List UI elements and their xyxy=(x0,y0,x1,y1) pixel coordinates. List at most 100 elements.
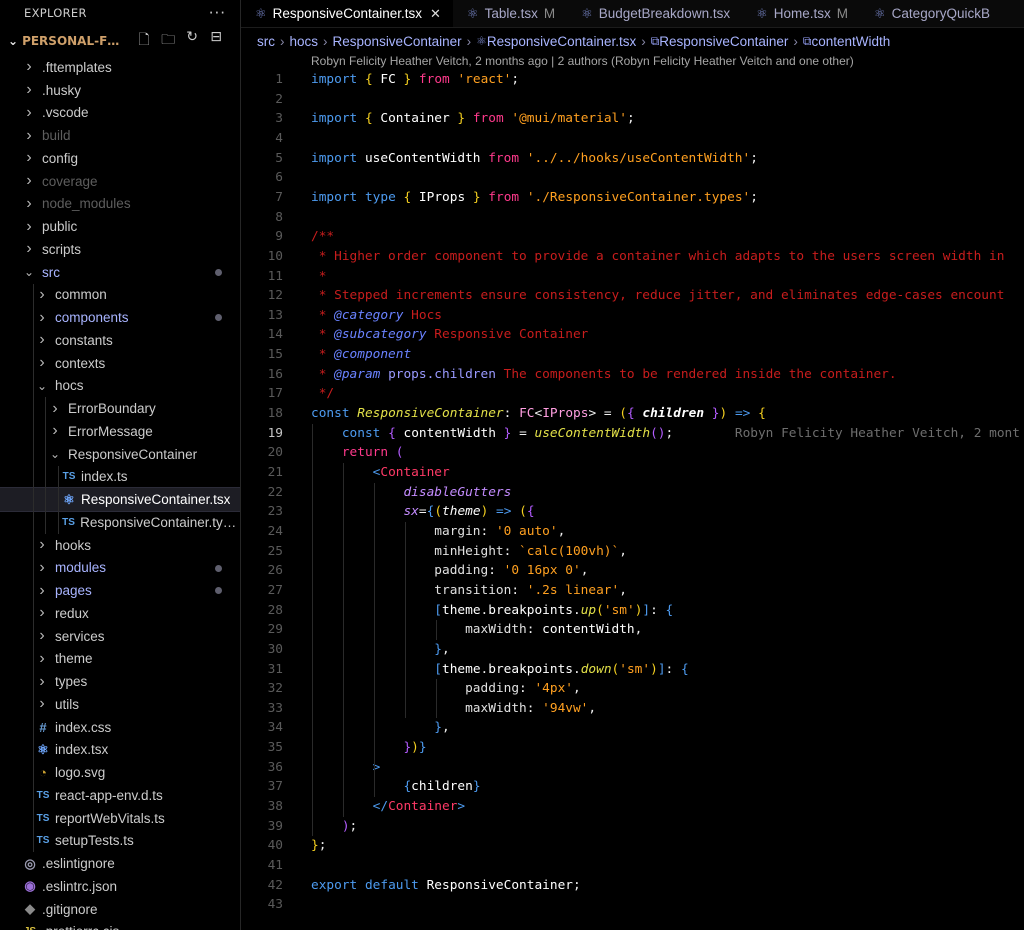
tree-folder[interactable]: › contexts xyxy=(0,352,240,375)
tree-folder[interactable]: › modules xyxy=(0,557,240,580)
tree-item-label: src xyxy=(42,264,60,280)
breadcrumb-item[interactable]: ResponsiveContainer xyxy=(659,34,788,49)
tree-folder[interactable]: ⌄ src xyxy=(0,261,240,284)
tree-folder[interactable]: › public xyxy=(0,215,240,238)
tree-file[interactable]: TS ResponsiveContainer.type... xyxy=(0,511,240,534)
tree-folder[interactable]: › ErrorBoundary xyxy=(0,397,240,420)
chevron-right-icon: › xyxy=(39,581,45,599)
tree-folder[interactable]: › hooks xyxy=(0,534,240,557)
tree-file[interactable]: ◎ .eslintignore xyxy=(0,852,240,875)
tree-file[interactable]: TS index.ts xyxy=(0,466,240,489)
tree-folder[interactable]: ⌄ ResponsiveContainer xyxy=(0,443,240,466)
tree-file[interactable]: ◉ .eslintrc.json xyxy=(0,875,240,898)
editor-tab[interactable]: ⚛ ResponsiveContainer.tsx ✕ xyxy=(241,0,453,27)
editor-area: ⚛ ResponsiveContainer.tsx ✕ ⚛ Table.tsx M ⚛ Bud… xyxy=(241,0,1024,930)
tree-item-label: redux xyxy=(55,605,89,621)
tree-file[interactable]: ◆ .gitignore xyxy=(0,898,240,921)
line-number: 39 xyxy=(267,818,283,834)
tree-folder[interactable]: › .husky xyxy=(0,79,240,102)
code-token: Hocs xyxy=(403,307,442,323)
tree-folder[interactable]: › services xyxy=(0,625,240,648)
breadcrumb-item[interactable]: contentWidth xyxy=(811,34,890,49)
line-number: 7 xyxy=(275,189,283,205)
tree-folder[interactable]: › theme xyxy=(0,648,240,671)
tree-folder[interactable]: › config xyxy=(0,147,240,170)
tree-folder[interactable]: › redux xyxy=(0,602,240,625)
tree-file[interactable]: ⚛ index.tsx xyxy=(0,739,240,762)
line-number: 42 xyxy=(267,877,283,893)
tree-folder[interactable]: › common xyxy=(0,284,240,307)
new-file-icon[interactable]: 🗋 xyxy=(136,29,152,53)
tree-file[interactable]: TS setupTests.ts xyxy=(0,830,240,853)
line-number: 35 xyxy=(267,740,283,756)
breadcrumb-item[interactable]: src xyxy=(257,34,275,49)
tree-folder[interactable]: › utils xyxy=(0,693,240,716)
tree-item-label: ResponsiveContainer.type... xyxy=(80,514,240,530)
tree-folder[interactable]: ⌄ hocs xyxy=(0,375,240,398)
code-line: 34 }, xyxy=(241,718,1024,738)
tree-file[interactable]: TS reportWebVitals.ts xyxy=(0,807,240,830)
modified-dot-icon xyxy=(215,314,222,322)
breadcrumb-item[interactable]: ResponsiveContainer.tsx xyxy=(487,34,636,49)
code-token: '.2s linear' xyxy=(526,582,620,598)
tree-file[interactable]: JS .prettierrc.cjs xyxy=(0,921,240,930)
code-token: maxWidth xyxy=(465,622,527,638)
refresh-icon[interactable]: ↻ xyxy=(184,29,200,53)
workspace-root[interactable]: ⌄ PERSONAL-FINA... 🗋 🗀 ↻ ⊟ xyxy=(0,26,240,56)
collapse-all-icon[interactable]: ⊟ xyxy=(208,29,224,53)
tree-folder[interactable]: › pages xyxy=(0,579,240,602)
editor-tab[interactable]: ⚛ Table.tsx M xyxy=(453,0,567,27)
breadcrumb-item[interactable]: ResponsiveContainer xyxy=(333,34,462,49)
modified-dot-icon xyxy=(215,564,222,572)
editor-tab[interactable]: ⚛ Home.tsx M xyxy=(742,0,860,27)
code-token: from xyxy=(480,150,527,166)
code-token: Container xyxy=(372,111,458,127)
tree-file[interactable]: # index.css xyxy=(0,716,240,739)
tree-file[interactable]: TS react-app-env.d.ts xyxy=(0,784,240,807)
indent-guide xyxy=(373,482,375,798)
code-token: FC xyxy=(372,72,404,87)
tree-folder[interactable]: › .vscode xyxy=(0,102,240,125)
eslintrc-file-icon: ◉ xyxy=(24,878,36,894)
tree-folder[interactable]: › constants xyxy=(0,329,240,352)
code-token: ResponsiveContainer xyxy=(418,877,573,893)
code-token: The components to be rendered inside the… xyxy=(495,366,897,382)
more-actions-icon[interactable]: ··· xyxy=(209,4,226,22)
chevron-right-icon: › xyxy=(52,399,58,417)
tree-folder[interactable]: › coverage xyxy=(0,170,240,193)
tree-folder[interactable]: › .fttemplates xyxy=(0,56,240,79)
line-number: 26 xyxy=(267,563,283,579)
tree-folder[interactable]: › types xyxy=(0,670,240,693)
tree-folder[interactable]: › build xyxy=(0,124,240,147)
tree-file[interactable]: ⚛ ResponsiveContainer.tsx xyxy=(0,487,240,512)
editor-tab[interactable]: ⚛ BudgetBreakdown.tsx xyxy=(567,0,742,27)
breadcrumb-item[interactable]: hocs xyxy=(290,34,319,49)
chevron-right-icon: › xyxy=(26,217,32,235)
close-icon[interactable]: ✕ xyxy=(430,6,441,22)
code-line: 26 padding: '0 16px 0', xyxy=(241,561,1024,581)
editor-tab[interactable]: ⚛ CategoryQuickB xyxy=(860,0,1002,27)
code-token: breakpoints xyxy=(488,602,573,618)
tree-file[interactable]: ◔ logo.svg xyxy=(0,761,240,784)
code-token: } xyxy=(403,740,412,756)
tree-item-label: utils xyxy=(55,696,80,712)
chevron-right-icon: › xyxy=(39,285,45,303)
tree-folder[interactable]: › node_modules xyxy=(0,193,240,216)
tree-item-label: public xyxy=(42,219,78,235)
tree-folder[interactable]: › components xyxy=(0,306,240,329)
new-folder-icon[interactable]: 🗀 xyxy=(160,29,176,53)
tree-item-label: logo.svg xyxy=(55,765,106,781)
tab-label: Table.tsx xyxy=(484,6,538,21)
react-file-icon: ⚛ xyxy=(756,5,768,21)
tree-folder[interactable]: › ErrorMessage xyxy=(0,420,240,443)
tree-folder[interactable]: › scripts xyxy=(0,238,240,261)
line-number: 14 xyxy=(267,327,283,343)
code-token: '../../hooks/useContentWidth' xyxy=(526,150,751,166)
